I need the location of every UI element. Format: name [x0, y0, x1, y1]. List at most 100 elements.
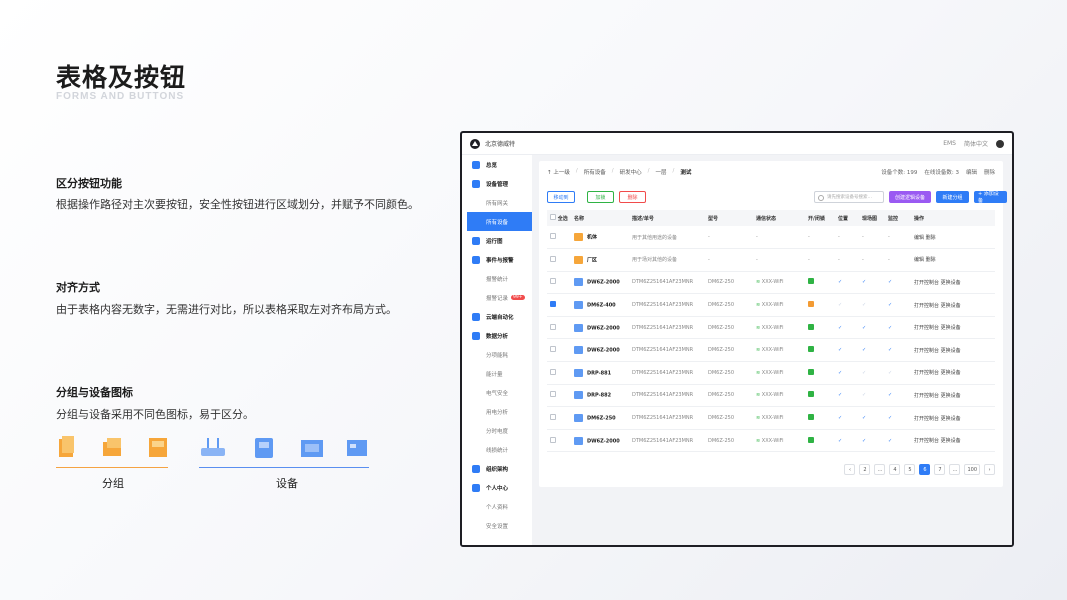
open-console-action[interactable]: 打开控制台: [914, 348, 939, 354]
open-console-action[interactable]: 打开控制台: [914, 280, 939, 286]
lock-icon[interactable]: [808, 278, 814, 285]
sidebar-item[interactable]: 事件与报警: [462, 250, 532, 269]
page-button[interactable]: 2: [859, 464, 871, 475]
add-device-button[interactable]: + 添加设备: [974, 191, 1007, 204]
sidebar-item[interactable]: 个人资料: [462, 497, 532, 516]
replace-device-action[interactable]: 更换设备: [941, 416, 961, 422]
sidebar-item[interactable]: 所有网关: [462, 193, 532, 212]
sidebar-item[interactable]: 报警统计: [462, 269, 532, 288]
page-button[interactable]: …: [874, 464, 886, 475]
sidebar-item[interactable]: 安全设置: [462, 516, 532, 535]
lock-button[interactable]: 加锁: [587, 191, 614, 203]
table-row[interactable]: 机体 用于其他用途的设备 - - - - - - 编辑 删除: [547, 226, 995, 250]
row-checkbox[interactable]: [550, 278, 556, 285]
avatar[interactable]: [996, 139, 1004, 148]
open-console-action[interactable]: 打开控制台: [914, 370, 939, 376]
table-row[interactable]: DW6Z-2000 DTM6Z251641AF23MNR DM6Z-250 ≋ XXX…: [547, 271, 995, 295]
row-checkbox[interactable]: [550, 391, 556, 398]
table-row[interactable]: DW6Z-2000 DTM6Z251641AF23MNR DM6Z-250 ≋ XXX…: [547, 338, 995, 363]
edit-link[interactable]: 编辑: [966, 168, 977, 176]
create-logic-device-button[interactable]: 创建逻辑设备: [889, 191, 931, 203]
row-checkbox[interactable]: [550, 414, 556, 421]
lock-icon[interactable]: [808, 391, 814, 398]
sidebar-item[interactable]: 报警记录 99+: [462, 288, 532, 307]
ems-link[interactable]: EMS: [943, 140, 956, 147]
page-button[interactable]: 7: [934, 464, 946, 475]
column-header[interactable]: 全选: [547, 210, 571, 226]
edit-action[interactable]: 编辑: [914, 257, 924, 263]
page-button[interactable]: …: [949, 464, 961, 475]
check-icon: ✓: [838, 279, 843, 286]
table-row[interactable]: 厂区 用于场对其他的设备 - - - - - - 编辑 删除: [547, 248, 995, 272]
replace-device-action[interactable]: 更换设备: [941, 325, 961, 331]
breadcrumb-item[interactable]: 一层: [655, 168, 666, 176]
row-checkbox[interactable]: [550, 436, 556, 443]
page-button[interactable]: 6: [919, 464, 931, 475]
sidebar-item[interactable]: 线损统计: [462, 440, 532, 459]
lock-icon[interactable]: [808, 323, 814, 330]
breadcrumb-item[interactable]: 研发中心: [620, 168, 642, 176]
open-console-action[interactable]: 打开控制台: [914, 325, 939, 331]
page-button[interactable]: 100: [964, 464, 980, 475]
sidebar-item[interactable]: 个人中心: [462, 478, 532, 497]
sidebar-item[interactable]: 分时电度: [462, 421, 532, 440]
replace-device-action[interactable]: 更换设备: [941, 348, 961, 354]
replace-device-action[interactable]: 更换设备: [941, 393, 961, 399]
row-checkbox[interactable]: [550, 233, 556, 240]
lock-icon[interactable]: [808, 301, 814, 308]
sidebar-item[interactable]: 总览: [462, 155, 532, 174]
pos-empty: -: [838, 256, 840, 263]
page-button[interactable]: ›: [984, 464, 995, 475]
row-checkbox[interactable]: [550, 368, 556, 375]
sidebar-item[interactable]: 所有设备: [467, 212, 532, 231]
sidebar-item[interactable]: 运行图: [462, 231, 532, 250]
lock-icon[interactable]: [808, 346, 814, 353]
breadcrumb-item[interactable]: 所有设备: [584, 168, 606, 176]
delete-action[interactable]: 删除: [926, 257, 936, 263]
row-checkbox[interactable]: [550, 323, 556, 330]
open-console-action[interactable]: 打开控制台: [914, 303, 939, 309]
new-group-button[interactable]: 新建分组: [936, 191, 969, 203]
delete-action[interactable]: 删除: [926, 235, 936, 241]
lock-icon[interactable]: [808, 368, 814, 375]
open-console-action[interactable]: 打开控制台: [914, 438, 939, 444]
row-checkbox[interactable]: [550, 301, 556, 308]
app-window: 北京德威特 EMS 简体中文 总览 设备管理 所有网关 所有设备 运行图 事件与报警 报警统…: [460, 131, 1014, 547]
replace-device-action[interactable]: 更换设备: [941, 280, 961, 286]
row-checkbox[interactable]: [550, 346, 556, 353]
page-button[interactable]: ‹: [844, 464, 856, 475]
search-input[interactable]: 请先搜索设备号搜索…: [814, 191, 884, 203]
sidebar-item[interactable]: 数据分析: [462, 326, 532, 345]
delete-link[interactable]: 删除: [984, 168, 995, 176]
sidebar-item[interactable]: 设备管理: [462, 174, 532, 193]
open-console-action[interactable]: 打开控制台: [914, 393, 939, 399]
delete-button[interactable]: 删除: [619, 191, 646, 203]
row-checkbox[interactable]: [550, 255, 556, 262]
page-button[interactable]: 4: [889, 464, 901, 475]
table-row[interactable]: DM6Z-250 DTM6Z251641AF23MNR DM6Z-250 ≋ XXX-…: [547, 406, 995, 430]
edit-action[interactable]: 编辑: [914, 235, 924, 241]
sidebar-item[interactable]: 分项能耗: [462, 345, 532, 364]
replace-device-action[interactable]: 更换设备: [941, 370, 961, 376]
replace-device-action[interactable]: 更换设备: [941, 303, 961, 309]
sidebar-item[interactable]: 组织架构: [462, 459, 532, 478]
lock-icon[interactable]: [808, 414, 814, 421]
move-button[interactable]: 移动到: [547, 191, 575, 203]
page-button[interactable]: 5: [904, 464, 916, 475]
sidebar-item[interactable]: 电气安全: [462, 383, 532, 402]
breadcrumb-item[interactable]: ↑ 上一级: [547, 168, 570, 176]
open-console-action[interactable]: 打开控制台: [914, 416, 939, 422]
sidebar-item[interactable]: 用电分析: [462, 402, 532, 421]
sidebar-item[interactable]: 能计量: [462, 364, 532, 383]
language-switch[interactable]: 简体中文: [964, 139, 988, 148]
lock-icon[interactable]: [808, 436, 814, 443]
table-row[interactable]: DRP-881 DTM6Z251641AF23MNR DM6Z-250 ≋ XXX-W…: [547, 361, 995, 385]
sidebar-item-label: 分时电度: [486, 428, 509, 435]
table-row[interactable]: DM6Z-400 DTM6Z251641AF23MNR DM6Z-250 ≋ XXX-…: [547, 293, 995, 317]
replace-device-action[interactable]: 更换设备: [941, 438, 961, 444]
table-row[interactable]: DRP-882 DTM6Z251641AF23MNR DM6Z-250 ≋ XXX-W…: [547, 384, 995, 408]
table-row[interactable]: DW6Z-2000 DTM6Z251641AF23MNR DM6Z-250 ≋ XXX…: [547, 316, 995, 340]
select-all-checkbox[interactable]: [550, 214, 556, 220]
sidebar-item[interactable]: 云端自动化: [462, 307, 532, 326]
table-row[interactable]: DW6Z-2000 DTM6Z251641AF23MNR DM6Z-250 ≋ XXX…: [547, 429, 995, 453]
